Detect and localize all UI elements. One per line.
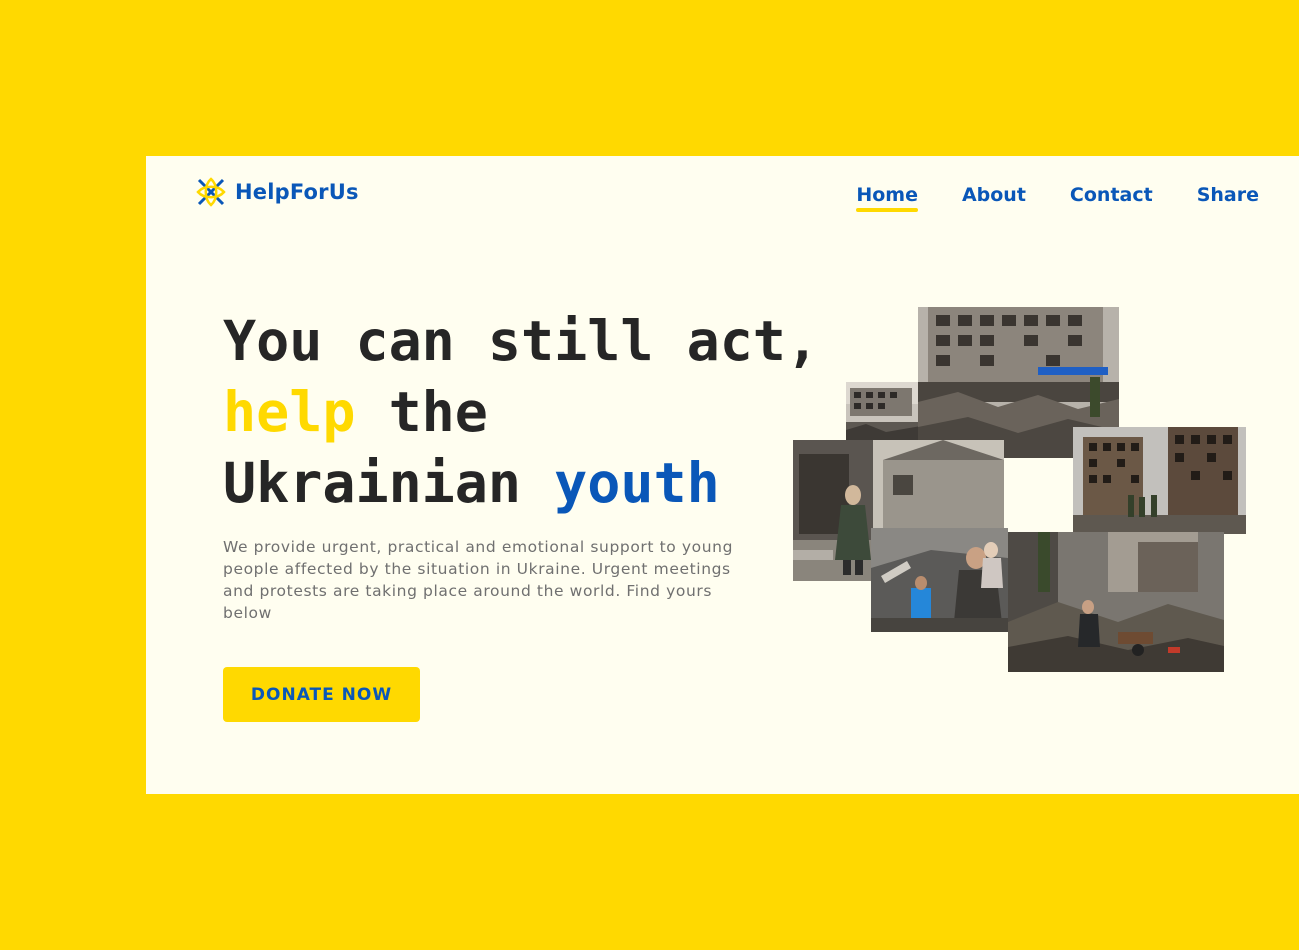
main-nav: Home About Contact Share [856, 184, 1259, 212]
hero-headline: You can still act, help the Ukrainian yo… [223, 306, 819, 519]
collage-photo-burned-towers [1073, 427, 1246, 534]
headline-line1: You can still act, [223, 309, 820, 373]
ukraine-star-icon [196, 177, 226, 207]
nav-contact[interactable]: Contact [1070, 184, 1153, 212]
collage-photo-small-building [846, 382, 921, 440]
nav-share[interactable]: Share [1197, 184, 1259, 212]
headline-help: help [223, 380, 356, 444]
collage-photo-refugees [871, 528, 1008, 632]
nav-home[interactable]: Home [856, 184, 918, 212]
brand-name: HelpForUs [235, 180, 359, 204]
collage-photo-rubble-wheelbarrow [1008, 532, 1224, 672]
headline-youth: youth [554, 451, 720, 515]
headline-ukrainian: Ukrainian [223, 451, 555, 515]
hero-description: We provide urgent, practical and emotion… [223, 538, 734, 622]
headline-the: the [355, 380, 488, 444]
brand-logo[interactable]: HelpForUs [196, 177, 359, 207]
donate-now-button[interactable]: DONATE NOW [223, 667, 420, 722]
hero-card: HelpForUs Home About Contact Share You c… [146, 156, 1299, 794]
nav-about[interactable]: About [962, 184, 1026, 212]
